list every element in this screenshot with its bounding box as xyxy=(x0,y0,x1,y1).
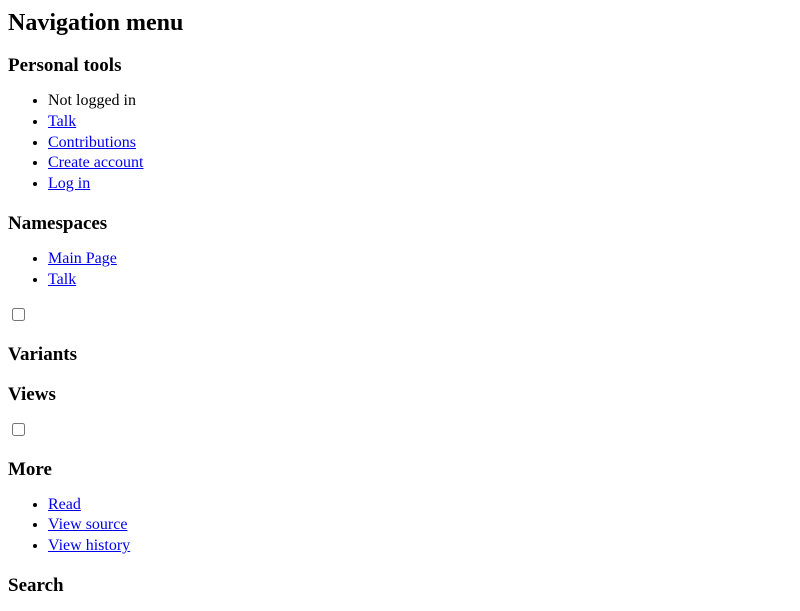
personal-tools-heading: Personal tools xyxy=(8,55,792,77)
view-history-link[interactable]: View history xyxy=(48,537,130,554)
view-source-link[interactable]: View source xyxy=(48,516,127,533)
variants-heading: Variants xyxy=(8,344,792,366)
create-account-link[interactable]: Create account xyxy=(48,154,144,171)
list-item: Not logged in xyxy=(48,91,792,112)
list-item: View history xyxy=(48,536,792,557)
namespaces-list: Main Page Talk xyxy=(8,249,792,291)
contributions-link[interactable]: Contributions xyxy=(48,134,136,151)
log-in-link[interactable]: Log in xyxy=(48,175,90,192)
namespaces-heading: Namespaces xyxy=(8,213,792,235)
more-list: Read View source View history xyxy=(8,495,792,557)
variants-toggle-checkbox[interactable] xyxy=(12,308,25,321)
not-logged-in-text: Not logged in xyxy=(48,92,136,109)
list-item: Talk xyxy=(48,112,792,133)
read-link[interactable]: Read xyxy=(48,496,81,513)
list-item: Create account xyxy=(48,153,792,174)
talk-link[interactable]: Talk xyxy=(48,113,76,130)
more-heading: More xyxy=(8,459,792,481)
views-heading: Views xyxy=(8,384,792,406)
list-item: Main Page xyxy=(48,249,792,270)
list-item: Read xyxy=(48,495,792,516)
list-item: View source xyxy=(48,515,792,536)
main-page-link[interactable]: Main Page xyxy=(48,250,117,267)
search-heading: Search xyxy=(8,575,792,597)
talk-namespace-link[interactable]: Talk xyxy=(48,271,76,288)
list-item: Contributions xyxy=(48,133,792,154)
navigation-menu-heading: Navigation menu xyxy=(8,10,792,37)
list-item: Log in xyxy=(48,174,792,195)
more-toggle-checkbox[interactable] xyxy=(12,423,25,436)
list-item: Talk xyxy=(48,270,792,291)
personal-tools-list: Not logged in Talk Contributions Create … xyxy=(8,91,792,195)
